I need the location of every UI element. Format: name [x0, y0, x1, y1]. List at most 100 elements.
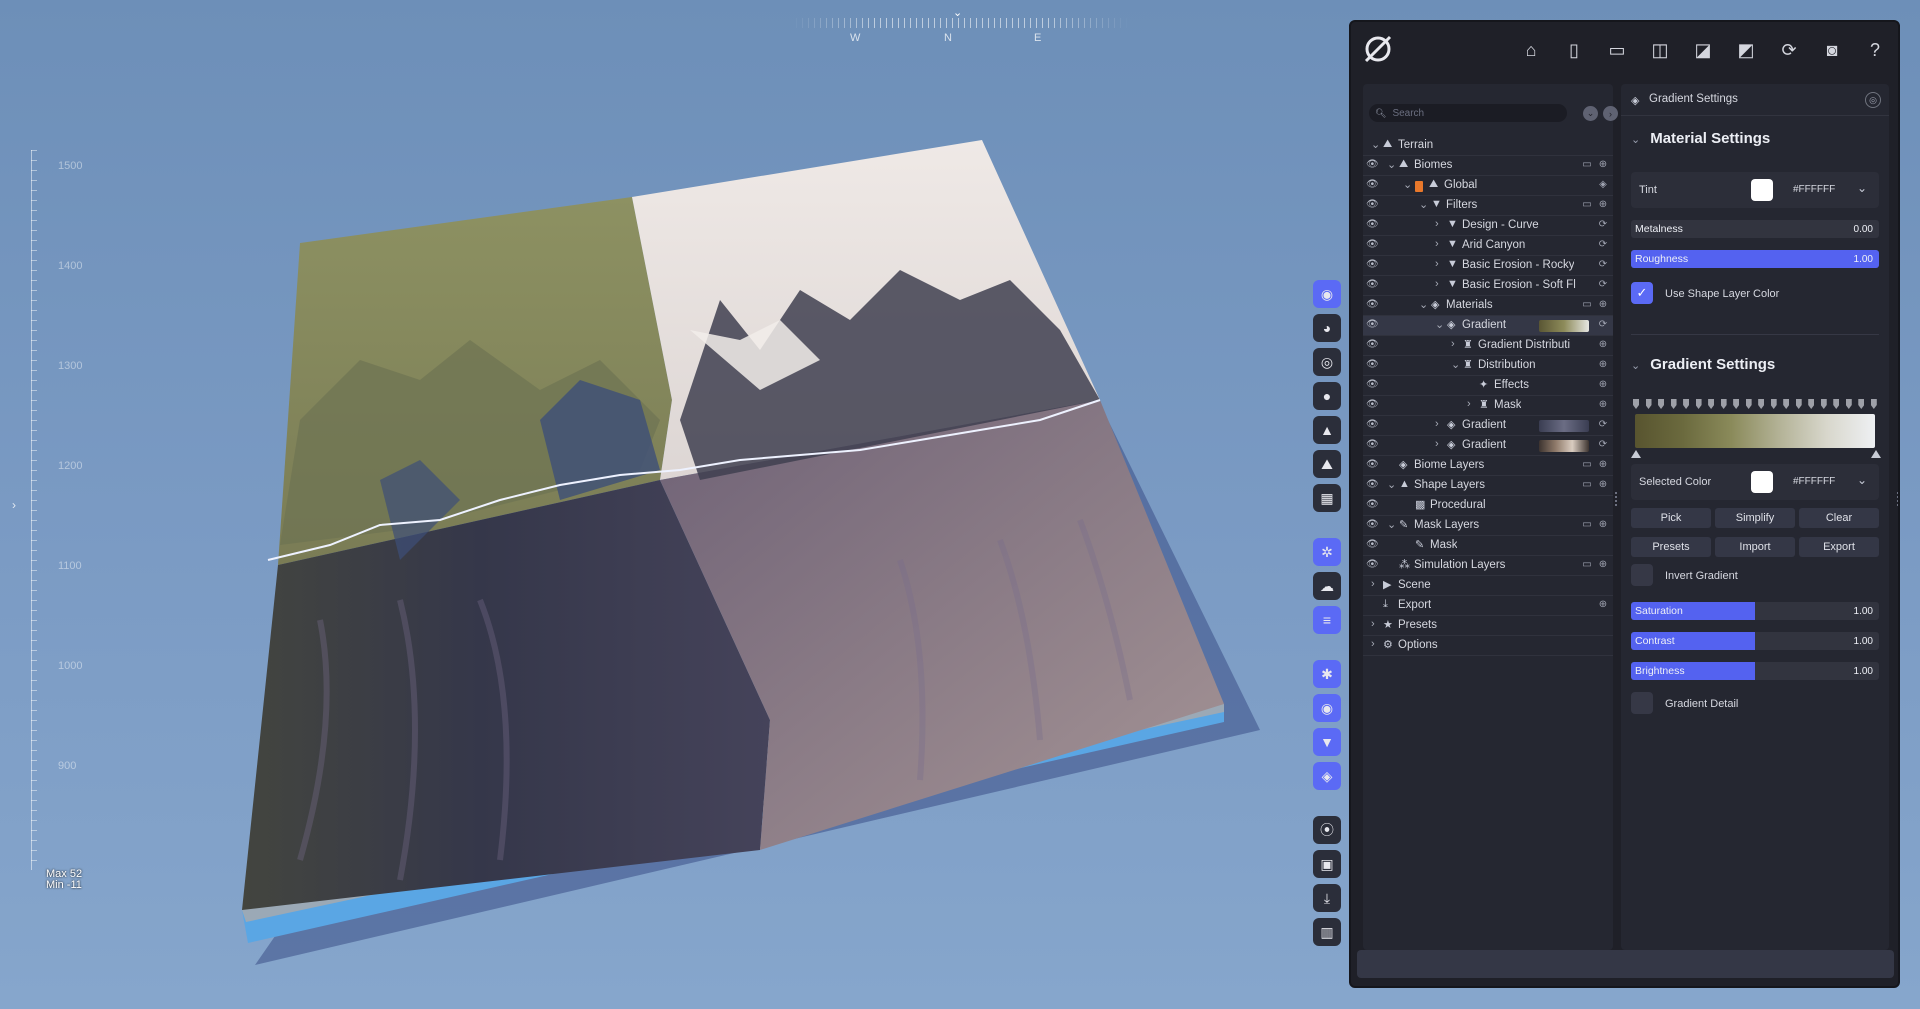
visibility-eye-icon[interactable]: 👁︎ [1366, 319, 1380, 333]
tree-row[interactable]: 👁︎ ⌄ ⛰ Biomes ▭ ⊕ [1363, 156, 1613, 176]
expand-chevron-icon[interactable]: ⌄ [1387, 158, 1397, 171]
expand-chevron-icon[interactable]: ⌄ [1419, 298, 1429, 311]
expand-all-button[interactable]: › [1603, 106, 1618, 121]
tree-row[interactable]: › ★ Presets [1363, 616, 1613, 636]
settings-sliders-icon[interactable]: ✱ [1313, 660, 1341, 688]
tree-row[interactable]: 👁︎ ⁂ Simulation Layers ▭ ⊕ [1363, 556, 1613, 576]
folder-action-icon[interactable]: ▭ [1581, 159, 1593, 171]
visibility-eye-icon[interactable]: 👁︎ [1366, 499, 1380, 513]
eye-icon[interactable]: ◉ [1313, 694, 1341, 722]
gradient-stop-marker[interactable] [1695, 399, 1702, 409]
visibility-eye-icon[interactable]: 👁︎ [1366, 359, 1380, 373]
tree-row[interactable]: 👁︎ › ♜ Gradient Distributi ⊕ [1363, 336, 1613, 356]
tree-row[interactable]: 👁︎ ✦ Effects ⊕ [1363, 376, 1613, 396]
tint-dropdown-icon[interactable]: ⌄ [1857, 181, 1867, 195]
help-icon[interactable]: ? [1858, 34, 1892, 66]
roughness-slider[interactable]: Roughness 1.00 [1631, 250, 1879, 268]
visibility-eye-icon[interactable]: 👁︎ [1366, 279, 1380, 293]
row-action-icon[interactable]: ⟳ [1597, 239, 1609, 251]
folder-action-icon[interactable]: ▭ [1581, 519, 1593, 531]
layers-icon[interactable]: ◈ [1313, 762, 1341, 790]
tree-row[interactable]: 👁︎ ⌄ ⛰ Global ◈ [1363, 176, 1613, 196]
visibility-eye-icon[interactable]: 👁︎ [1366, 179, 1380, 193]
visibility-eye-icon[interactable]: 👁︎ [1366, 299, 1380, 313]
export-button[interactable]: Export [1799, 537, 1879, 557]
tint-color-swatch[interactable] [1751, 179, 1773, 201]
row-action-icon[interactable]: ⊕ [1597, 559, 1609, 571]
tree-row[interactable]: 👁︎ ✎ Mask [1363, 536, 1613, 556]
target-icon[interactable]: ◎ [1313, 348, 1341, 376]
selected-color-dropdown-icon[interactable]: ⌄ [1857, 473, 1867, 487]
row-action-icon[interactable]: ⊕ [1597, 459, 1609, 471]
tree-row[interactable]: 👁︎ ⌄ ▼ Filters ▭ ⊕ [1363, 196, 1613, 216]
gradient-end-handle-icon[interactable] [1871, 450, 1881, 458]
snowflake-icon[interactable]: ✲ [1313, 538, 1341, 566]
tree-row[interactable]: 👁︎ ⌄ ♜ Distribution ⊕ [1363, 356, 1613, 376]
gradient-stop-marker[interactable] [1758, 399, 1765, 409]
expand-chevron-icon[interactable]: › [1435, 258, 1445, 270]
tree-row[interactable]: 👁︎ › ▼ Design - Curve ⟳ [1363, 216, 1613, 236]
gradient-stop-marker[interactable] [1820, 399, 1827, 409]
tree-row[interactable]: 👁︎ › ▼ Arid Canyon ⟳ [1363, 236, 1613, 256]
visibility-eye-icon[interactable]: 👁︎ [1366, 419, 1380, 433]
expand-chevron-icon[interactable]: ⌄ [1419, 198, 1429, 211]
tree-resize-grip[interactable] [1615, 492, 1617, 506]
profile-icon[interactable]: ◉ [1313, 280, 1341, 308]
search-input[interactable] [1392, 107, 1563, 119]
expand-chevron-icon[interactable]: › [1435, 418, 1445, 430]
visibility-eye-icon[interactable]: 👁︎ [1366, 399, 1380, 413]
row-action-icon[interactable]: ⟳ [1597, 319, 1609, 331]
row-action-icon[interactable]: ⊕ [1597, 359, 1609, 371]
expand-chevron-icon[interactable]: ⌄ [1387, 478, 1397, 491]
tint-hex-value[interactable]: #FFFFFF [1793, 184, 1835, 195]
stats-icon[interactable]: ▥ [1313, 918, 1341, 946]
visibility-eye-icon[interactable]: 👁︎ [1366, 339, 1380, 353]
presets-button[interactable]: Presets [1631, 537, 1711, 557]
visibility-eye-icon[interactable]: 👁︎ [1366, 439, 1380, 453]
gradient-stop-marker[interactable] [1845, 399, 1852, 409]
gradient-stop-marker[interactable] [1645, 399, 1652, 409]
row-action-icon[interactable]: ⊕ [1597, 379, 1609, 391]
image-icon[interactable]: ▣ [1313, 850, 1341, 878]
folder-action-icon[interactable]: ▭ [1581, 199, 1593, 211]
visibility-eye-icon[interactable]: 👁︎ [1366, 379, 1380, 393]
row-action-icon[interactable]: ⊕ [1597, 339, 1609, 351]
expand-chevron-icon[interactable]: › [1371, 638, 1381, 650]
lines-icon[interactable]: ≡ [1313, 606, 1341, 634]
row-action-icon[interactable]: ⊕ [1597, 199, 1609, 211]
tree-row[interactable]: 👁︎ ⌄ ▲ Shape Layers ▭ ⊕ [1363, 476, 1613, 496]
tree-row[interactable]: › ▶ Scene [1363, 576, 1613, 596]
row-action-icon[interactable]: ⟳ [1597, 279, 1609, 291]
pick-button[interactable]: Pick [1631, 508, 1711, 528]
open-folder-icon[interactable]: ▭ [1600, 34, 1634, 66]
tree-row[interactable]: 👁︎ ⌄ ◈ Gradient ⟳ [1363, 316, 1613, 336]
grid-icon[interactable]: ▦ [1313, 484, 1341, 512]
saturation-slider[interactable]: Saturation 1.00 [1631, 602, 1879, 620]
gradient-stops[interactable] [1633, 399, 1877, 411]
gradient-stop-marker[interactable] [1708, 399, 1715, 409]
metalness-slider[interactable]: Metalness 0.00 [1631, 220, 1879, 238]
gradient-stop-marker[interactable] [1745, 399, 1752, 409]
gradient-stop-marker[interactable] [1670, 399, 1677, 409]
water-drop-icon[interactable]: ● [1313, 382, 1341, 410]
expand-chevron-icon[interactable]: › [1435, 278, 1445, 290]
invert-gradient-checkbox[interactable] [1631, 564, 1653, 586]
visibility-eye-icon[interactable]: 👁︎ [1366, 199, 1380, 213]
search-box[interactable]: 🔍︎ [1369, 104, 1567, 122]
simplify-button[interactable]: Simplify [1715, 508, 1795, 528]
folder-action-icon[interactable]: ▭ [1581, 559, 1593, 571]
expand-chevron-icon[interactable]: ⌄ [1451, 358, 1461, 371]
row-action-icon[interactable]: ⊕ [1597, 599, 1609, 611]
globe-icon[interactable]: ◕ [1313, 314, 1341, 342]
visibility-eye-icon[interactable]: 👁︎ [1366, 519, 1380, 533]
brightness-slider[interactable]: Brightness 1.00 [1631, 662, 1879, 680]
biome-color-swatch[interactable] [1415, 181, 1423, 192]
camera-icon[interactable]: ◙ [1815, 34, 1849, 66]
gradient-stop-marker[interactable] [1808, 399, 1815, 409]
terrain-viewport[interactable]: ⌄ W N E 1500 1400 1300 1200 1100 1000 90… [0, 0, 1345, 1009]
gradient-stop-marker[interactable] [1783, 399, 1790, 409]
landscape-icon[interactable]: ⛰ [1313, 450, 1341, 478]
row-action-icon[interactable]: ⊕ [1597, 479, 1609, 491]
record-icon[interactable]: ⦿ [1313, 816, 1341, 844]
folder-action-icon[interactable]: ▭ [1581, 459, 1593, 471]
